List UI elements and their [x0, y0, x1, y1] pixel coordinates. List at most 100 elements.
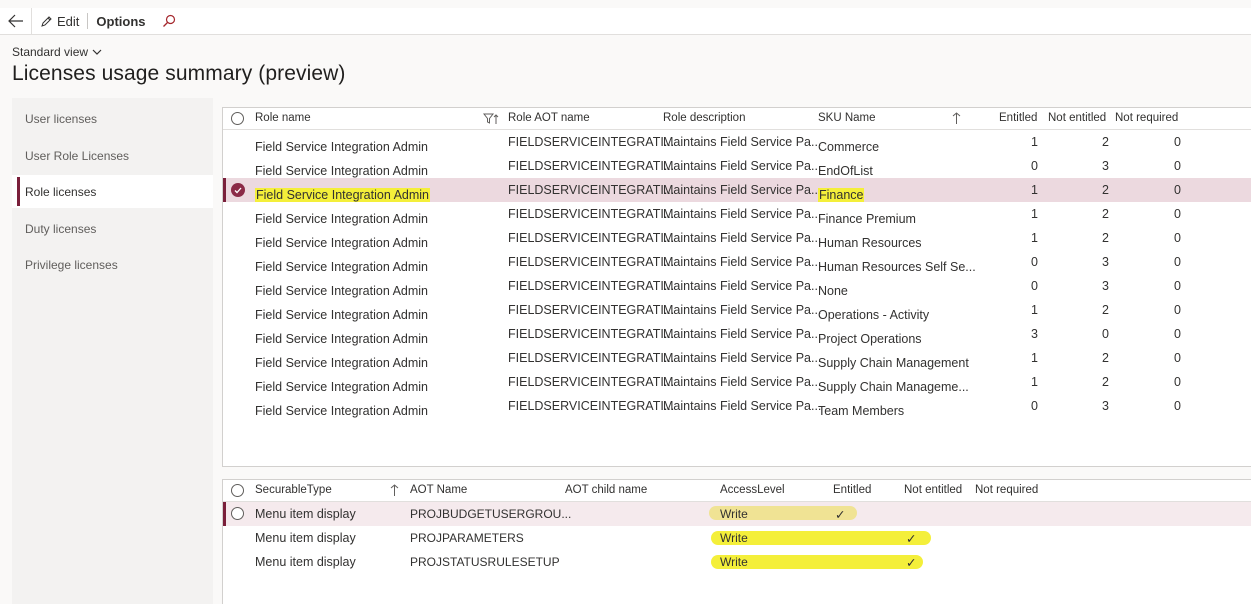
- cell-access-level: Write: [720, 531, 748, 545]
- table-row[interactable]: Field Service Integration Admin FIELDSERV…: [223, 226, 1251, 250]
- cell-not-required: 0: [1174, 255, 1181, 269]
- col-aot-child-name[interactable]: AOT child name: [565, 484, 647, 496]
- cell-role-description: Maintains Field Service Pa...: [663, 135, 822, 149]
- col-role-aot-name[interactable]: Role AOT name: [508, 112, 590, 124]
- cell-role-name: Field Service Integration Admin: [255, 356, 429, 370]
- search-button[interactable]: [154, 8, 184, 35]
- cell-sku-name: Supply Chain Manageme...: [818, 380, 969, 394]
- cell-role-description: Maintains Field Service Pa...: [663, 207, 822, 221]
- table-row[interactable]: Field Service Integration Admin FIELDSERV…: [223, 130, 1251, 154]
- table-row[interactable]: Menu item display PROJPARAMETERS Write ✓: [223, 526, 1251, 550]
- cell-not-entitled: 2: [1102, 135, 1109, 149]
- cell-entitled: 0: [1031, 159, 1038, 173]
- cell-aot-name: PROJSTATUSRULESETUP: [410, 555, 560, 569]
- cell-sku-name: Supply Chain Management: [818, 356, 969, 370]
- col-not-entitled[interactable]: Not entitled: [904, 484, 962, 496]
- tab-duty-licenses[interactable]: Duty licenses: [12, 212, 213, 245]
- table-row[interactable]: Menu item display PROJSTATUSRULESETUP Writ…: [223, 550, 1251, 574]
- vertical-tabs: User licenses User Role Licenses Role li…: [12, 98, 213, 604]
- cell-sku-name: Human Resources Self Se...: [818, 260, 976, 274]
- tab-user-role-licenses[interactable]: User Role Licenses: [12, 139, 213, 172]
- table-row[interactable]: Field Service Integration Admin FIELDSERV…: [223, 202, 1251, 226]
- col-sku-name[interactable]: SKU Name: [818, 112, 876, 124]
- cell-role-name: Field Service Integration Admin: [255, 236, 429, 250]
- col-access-level[interactable]: AccessLevel: [720, 484, 785, 496]
- cell-not-entitled: 2: [1102, 231, 1109, 245]
- tab-role-licenses[interactable]: Role licenses: [12, 175, 213, 208]
- tab-label: Privilege licenses: [25, 257, 118, 272]
- cell-not-required: 0: [1174, 351, 1181, 365]
- view-selector[interactable]: Standard view: [12, 45, 102, 59]
- table-row[interactable]: Field Service Integration Admin FIELDSERV…: [223, 346, 1251, 370]
- col-entitled[interactable]: Entitled: [833, 484, 871, 496]
- tab-user-licenses[interactable]: User licenses: [12, 102, 213, 135]
- cell-entitled: 1: [1031, 135, 1038, 149]
- page-title: Licenses usage summary (preview): [12, 62, 346, 85]
- cell-aot-name: PROJBUDGETUSERGROU...: [410, 507, 572, 521]
- cell-not-entitled: 3: [1102, 279, 1109, 293]
- cell-not-entitled: 3: [1102, 255, 1109, 269]
- cell-role-aot-name: FIELDSERVICEINTEGRATI...: [508, 183, 675, 197]
- tab-label: User Role Licenses: [25, 148, 130, 163]
- edit-button[interactable]: Edit: [32, 8, 87, 35]
- cell-securable-type: Menu item display: [255, 507, 356, 521]
- filter-sort-icon[interactable]: [483, 113, 499, 125]
- cell-role-name: Field Service Integration Admin: [255, 332, 429, 346]
- table-row[interactable]: Field Service Integration Admin FIELDSERV…: [223, 250, 1251, 274]
- cell-not-required: 0: [1174, 207, 1181, 221]
- cell-role-aot-name: FIELDSERVICEINTEGRATI...: [508, 351, 675, 365]
- select-all-radio[interactable]: [231, 112, 244, 125]
- col-role-description[interactable]: Role description: [663, 112, 745, 124]
- col-entitled[interactable]: Entitled: [999, 112, 1037, 124]
- sort-ascending-icon: [952, 112, 961, 124]
- cell-role-description: Maintains Field Service Pa...: [663, 183, 822, 197]
- cell-role-aot-name: FIELDSERVICEINTEGRATI...: [508, 327, 675, 341]
- table-row[interactable]: Field Service Integration Admin FIELDSERV…: [223, 370, 1251, 394]
- table-row[interactable]: Field Service Integration Admin FIELDSERV…: [223, 322, 1251, 346]
- table-row[interactable]: Field Service Integration Admin FIELDSERV…: [223, 274, 1251, 298]
- col-not-entitled[interactable]: Not entitled: [1048, 112, 1106, 124]
- cell-entitled: 3: [1031, 327, 1038, 341]
- cell-role-name: Field Service Integration Admin: [255, 212, 429, 226]
- col-not-required[interactable]: Not required: [975, 484, 1038, 496]
- options-button[interactable]: Options: [88, 8, 153, 35]
- cell-entitled: 1: [1031, 375, 1038, 389]
- col-aot-name[interactable]: AOT Name: [410, 484, 467, 496]
- table-row[interactable]: Field Service Integration Admin FIELDSERV…: [223, 154, 1251, 178]
- col-not-required[interactable]: Not required: [1115, 112, 1178, 124]
- row-select-radio[interactable]: [231, 507, 244, 520]
- select-all-radio[interactable]: [231, 484, 244, 497]
- cell-not-entitled: ✓: [906, 532, 917, 546]
- chevron-down-icon: [92, 49, 102, 55]
- cell-role-aot-name: FIELDSERVICEINTEGRATI...: [508, 207, 675, 221]
- cell-entitled: 1: [1031, 231, 1038, 245]
- row-selected-check-icon[interactable]: [231, 183, 245, 197]
- tab-label: Role licenses: [25, 184, 97, 199]
- cell-not-required: 0: [1174, 135, 1181, 149]
- cell-role-name: Field Service Integration Admin: [255, 188, 431, 202]
- cell-role-description: Maintains Field Service Pa...: [663, 231, 822, 245]
- cell-sku-name: Project Operations: [818, 332, 922, 346]
- cell-role-description: Maintains Field Service Pa...: [663, 327, 822, 341]
- table-row[interactable]: Field Service Integration Admin FIELDSERV…: [223, 178, 1251, 202]
- cell-role-aot-name: FIELDSERVICEINTEGRATI...: [508, 255, 675, 269]
- cell-sku-name: Finance: [818, 188, 865, 202]
- col-role-name[interactable]: Role name: [255, 112, 311, 124]
- cell-role-name: Field Service Integration Admin: [255, 260, 429, 274]
- tab-privilege-licenses[interactable]: Privilege licenses: [12, 248, 213, 281]
- cell-not-required: 0: [1174, 183, 1181, 197]
- table-row[interactable]: Field Service Integration Admin FIELDSERV…: [223, 298, 1251, 322]
- table-row[interactable]: Field Service Integration Admin FIELDSERV…: [223, 394, 1251, 418]
- cell-not-entitled: 0: [1102, 327, 1109, 341]
- cell-role-aot-name: FIELDSERVICEINTEGRATI...: [508, 375, 675, 389]
- cell-role-name: Field Service Integration Admin: [255, 308, 429, 322]
- view-selector-label: Standard view: [12, 45, 89, 59]
- col-securable-type[interactable]: SecurableType: [255, 484, 332, 496]
- back-button[interactable]: [0, 7, 32, 35]
- cell-not-entitled: 3: [1102, 399, 1109, 413]
- sort-ascending-icon: [390, 484, 399, 496]
- cell-entitled: 1: [1031, 303, 1038, 317]
- cell-role-name: Field Service Integration Admin: [255, 164, 429, 178]
- action-pane: Edit Options: [0, 7, 1251, 35]
- table-row[interactable]: Menu item display PROJBUDGETUSERGROU... Wr…: [223, 502, 1251, 526]
